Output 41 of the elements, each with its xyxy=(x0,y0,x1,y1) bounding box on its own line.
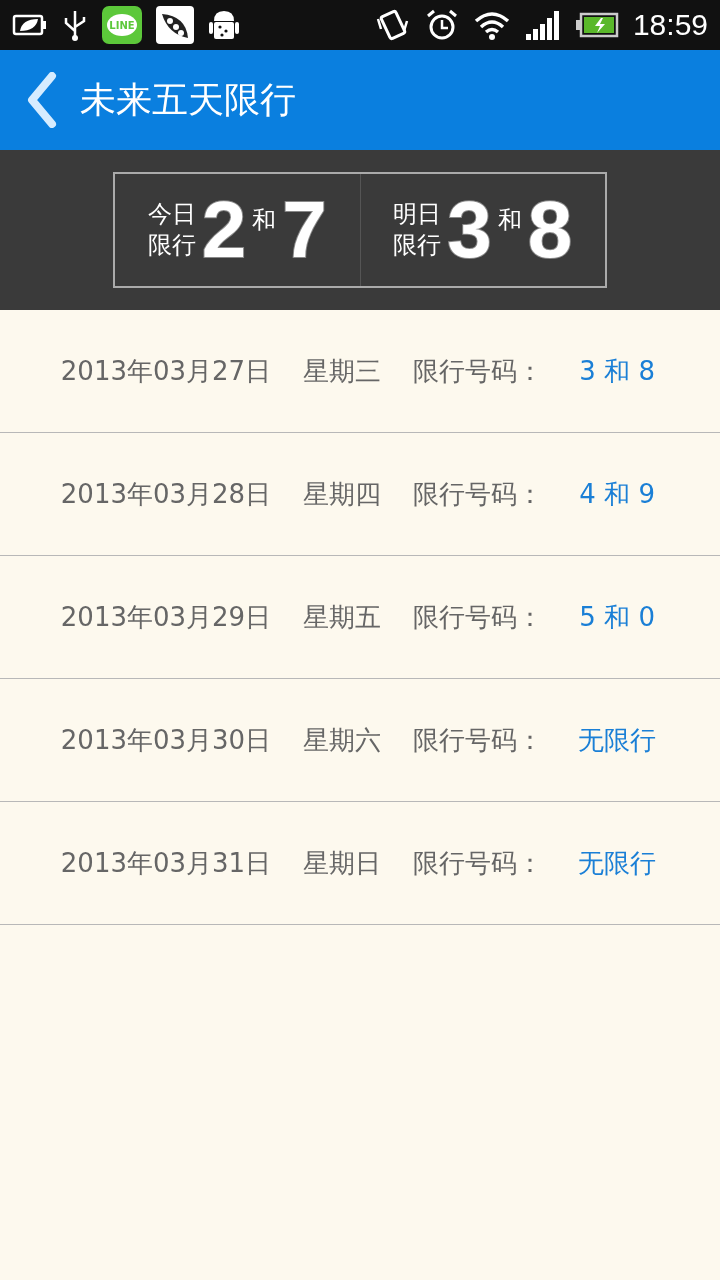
peapod-icon xyxy=(156,6,194,44)
page-title: 未来五天限行 xyxy=(80,77,296,122)
label-text: 今日 xyxy=(147,198,196,230)
weekday-text: 星期四 xyxy=(303,477,382,511)
plate-digit: 7 xyxy=(282,190,327,270)
label-text: 明日 xyxy=(393,198,442,230)
plate-digit: 2 xyxy=(201,190,247,270)
clock-time: 18:59 xyxy=(632,8,708,42)
weekday-text: 星期三 xyxy=(303,354,382,388)
chat-app-icon: LINE xyxy=(102,6,142,44)
date-text: 2013年03月27日 xyxy=(60,354,272,388)
label-text: 限行号码： xyxy=(413,354,544,388)
label-text: 限行号码： xyxy=(413,600,544,634)
plate-numbers: 4 和 9 xyxy=(578,477,656,511)
label-text: 限行 xyxy=(393,230,442,261)
date-text: 2013年03月28日 xyxy=(60,477,272,511)
label-text: 限行号码： xyxy=(413,846,544,880)
leaf-battery-icon xyxy=(12,12,48,38)
alarm-clock-icon xyxy=(424,8,459,42)
joiner-text: 和 xyxy=(497,205,522,236)
usb-icon xyxy=(62,9,88,41)
date-text: 2013年03月31日 xyxy=(60,846,272,880)
weekday-text: 星期日 xyxy=(303,846,382,880)
vibrate-icon xyxy=(374,7,411,43)
label-text: 限行号码： xyxy=(413,477,544,511)
plate-numbers: 3 和 8 xyxy=(578,354,656,388)
plate-numbers: 5 和 0 xyxy=(578,600,656,634)
plate-digit: 8 xyxy=(527,190,573,270)
plate-numbers: 无限行 xyxy=(577,723,658,757)
date-text: 2013年03月30日 xyxy=(60,723,272,757)
plate-digit: 3 xyxy=(447,190,492,270)
battery-charging-icon xyxy=(574,12,619,38)
label-text: 限行 xyxy=(147,230,196,261)
weekday-text: 星期六 xyxy=(303,723,382,757)
plate-numbers: 无限行 xyxy=(577,846,658,880)
label-text: 限行号码： xyxy=(413,723,544,757)
signal-icon xyxy=(524,10,561,40)
date-text: 2013年03月29日 xyxy=(60,600,272,634)
weekday-text: 星期五 xyxy=(303,600,382,634)
joiner-text: 和 xyxy=(252,205,277,236)
wifi-icon xyxy=(472,10,511,40)
